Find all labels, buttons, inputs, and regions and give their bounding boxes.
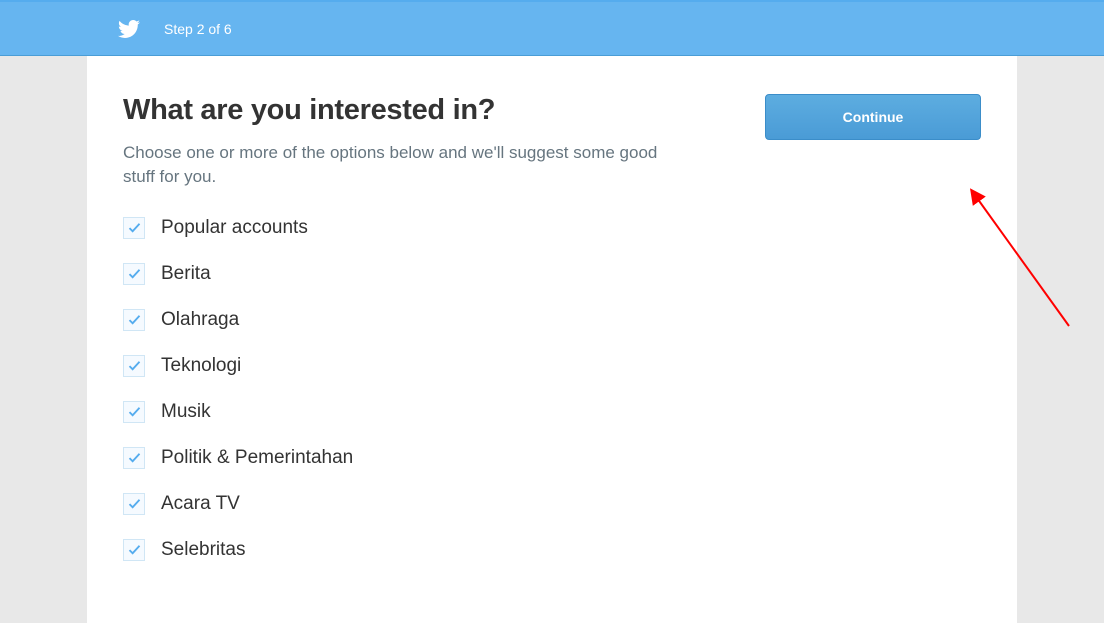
option-item[interactable]: Olahraga: [123, 309, 663, 331]
options-list: Popular accounts Berita Olahraga: [123, 217, 663, 561]
option-label: Selebritas: [161, 539, 246, 561]
checkbox[interactable]: [123, 309, 145, 331]
checkbox[interactable]: [123, 355, 145, 377]
option-label: Berita: [161, 263, 211, 285]
twitter-logo-icon: [118, 18, 140, 40]
checkbox[interactable]: [123, 401, 145, 423]
option-item[interactable]: Musik: [123, 401, 663, 423]
option-label: Musik: [161, 401, 211, 423]
page-subtitle: Choose one or more of the options below …: [123, 141, 663, 189]
checkbox[interactable]: [123, 263, 145, 285]
check-icon: [127, 450, 142, 465]
check-icon: [127, 312, 142, 327]
content-card: What are you interested in? Choose one o…: [87, 56, 1017, 623]
option-item[interactable]: Acara TV: [123, 493, 663, 515]
check-icon: [127, 266, 142, 281]
checkbox[interactable]: [123, 217, 145, 239]
page-title: What are you interested in?: [123, 94, 663, 127]
option-label: Popular accounts: [161, 217, 308, 239]
option-label: Politik & Pemerintahan: [161, 447, 353, 469]
option-item[interactable]: Popular accounts: [123, 217, 663, 239]
step-indicator: Step 2 of 6: [164, 21, 232, 37]
checkbox[interactable]: [123, 539, 145, 561]
option-item[interactable]: Berita: [123, 263, 663, 285]
checkbox[interactable]: [123, 447, 145, 469]
continue-button[interactable]: Continue: [765, 94, 981, 140]
header-bar: Step 2 of 6: [0, 2, 1104, 56]
option-label: Olahraga: [161, 309, 239, 331]
option-label: Teknologi: [161, 355, 241, 377]
checkbox[interactable]: [123, 493, 145, 515]
check-icon: [127, 542, 142, 557]
option-item[interactable]: Teknologi: [123, 355, 663, 377]
check-icon: [127, 220, 142, 235]
option-item[interactable]: Politik & Pemerintahan: [123, 447, 663, 469]
check-icon: [127, 496, 142, 511]
option-item[interactable]: Selebritas: [123, 539, 663, 561]
option-label: Acara TV: [161, 493, 240, 515]
check-icon: [127, 358, 142, 373]
page-body: What are you interested in? Choose one o…: [0, 56, 1104, 623]
check-icon: [127, 404, 142, 419]
